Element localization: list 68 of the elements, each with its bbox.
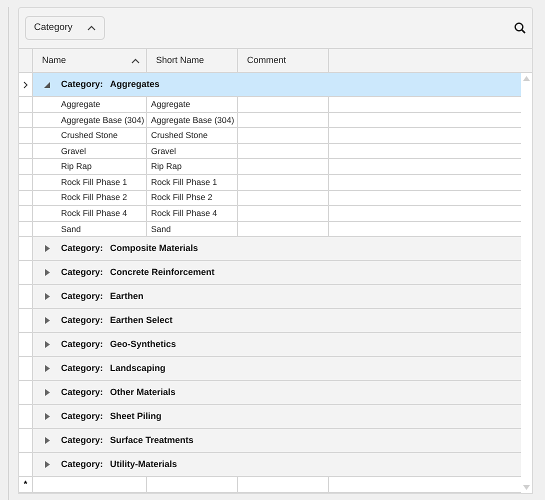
search-icon[interactable]	[514, 22, 526, 34]
expand-icon[interactable]	[44, 293, 50, 300]
group-value: Geo-Synthetics	[110, 338, 176, 352]
group-value: Sheet Piling	[110, 410, 162, 424]
expand-icon[interactable]	[44, 341, 50, 348]
group-label: Category:	[61, 458, 104, 472]
group-row[interactable]: Category: Concrete Reinforcement	[33, 261, 521, 284]
table-cell: Rock Fill Phase 4	[147, 206, 238, 221]
table-cell: Crushed Stone	[147, 128, 238, 143]
expand-icon[interactable]	[44, 413, 50, 420]
table-cell: Sand	[57, 222, 147, 236]
group-value: Concrete Reinforcement	[110, 266, 215, 280]
group-by-chip[interactable]: Category	[25, 16, 105, 40]
group-label: Category:	[61, 386, 104, 400]
expand-icon[interactable]	[44, 317, 50, 324]
group-label: Category:	[61, 78, 104, 91]
group-label: Category:	[61, 242, 104, 256]
expand-icon[interactable]	[44, 365, 50, 372]
column-header[interactable]: Name	[33, 49, 147, 72]
group-label: Category:	[61, 434, 104, 448]
group-label: Category:	[61, 314, 104, 328]
new-row-marker: *	[24, 480, 28, 490]
expand-icon[interactable]	[44, 245, 50, 252]
column-header[interactable]: Short Name	[147, 49, 238, 72]
table-cell: Rock Fill Phase 1	[57, 174, 147, 190]
group-label: Category:	[61, 290, 104, 304]
group-label: Category:	[61, 362, 104, 376]
group-row[interactable]: Category: Surface Treatments	[33, 429, 521, 452]
expand-icon[interactable]	[44, 389, 50, 396]
group-label: Category:	[61, 338, 104, 352]
table-cell: Rock Fill Phase 4	[57, 206, 147, 221]
group-label: Category:	[61, 266, 104, 280]
table-cell: Rock Fill Phase 2	[57, 190, 147, 206]
table-cell: Sand	[147, 222, 238, 236]
group-row[interactable]: Category: Other Materials	[33, 381, 521, 404]
table-cell: Aggregate Base (304)	[147, 112, 238, 128]
group-value: Surface Treatments	[110, 434, 194, 448]
group-value: Composite Materials	[110, 242, 198, 256]
group-row[interactable]: Category: Aggregates	[33, 73, 521, 96]
group-row[interactable]: Category: Geo-Synthetics	[33, 333, 521, 356]
table-cell: Crushed Stone	[57, 128, 147, 143]
table-cell: Aggregate	[147, 97, 238, 112]
group-row[interactable]: Category: Composite Materials	[33, 237, 521, 260]
group-value: Other Materials	[110, 386, 176, 400]
group-row[interactable]: Category: Earthen	[33, 285, 521, 308]
expand-icon[interactable]	[44, 437, 50, 444]
group-row[interactable]: Category: Utility-Materials	[33, 453, 521, 476]
table-cell: Rock Fill Phse 2	[147, 190, 238, 206]
expand-icon[interactable]	[44, 461, 50, 468]
table-cell: Aggregate Base (304)	[57, 112, 147, 128]
group-value: Utility-Materials	[110, 458, 178, 472]
table-cell: Aggregate	[57, 97, 147, 112]
group-value: Landscaping	[110, 362, 166, 376]
expand-icon[interactable]	[44, 269, 50, 276]
collapse-icon[interactable]	[44, 82, 50, 88]
group-row[interactable]: Category: Sheet Piling	[33, 405, 521, 428]
group-row[interactable]: Category: Earthen Select	[33, 309, 521, 332]
column-header[interactable]: Comment	[238, 49, 329, 72]
group-label: Category:	[61, 410, 104, 424]
table-cell: Rock Fill Phase 1	[147, 174, 238, 190]
table-cell: Gravel	[147, 144, 238, 158]
table-cell: Rip Rap	[147, 159, 238, 174]
group-value: Earthen Select	[110, 314, 173, 328]
group-value: Earthen	[110, 290, 144, 304]
table-cell: Rip Rap	[57, 159, 147, 174]
group-value: Aggregates	[110, 78, 160, 91]
group-row[interactable]: Category: Landscaping	[33, 357, 521, 380]
table-cell: Gravel	[57, 144, 147, 158]
